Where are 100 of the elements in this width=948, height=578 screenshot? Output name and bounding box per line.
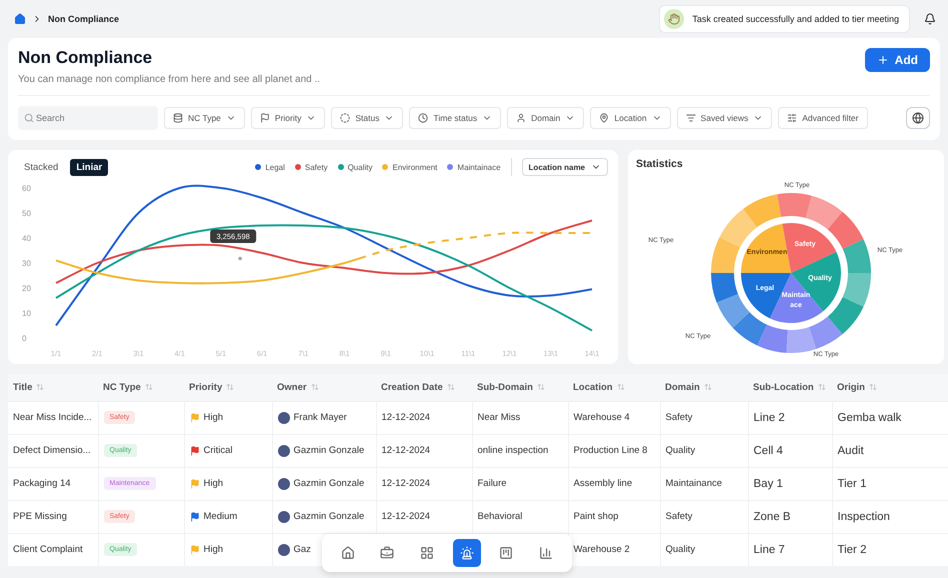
sort-icon[interactable]: [226, 383, 234, 392]
table-cell: 12-12-2024: [376, 434, 472, 467]
filter-dropdown[interactable]: Status: [331, 107, 404, 129]
siren-icon: [460, 546, 474, 560]
filter-icon: [686, 113, 696, 123]
view-tab[interactable]: Stacked: [18, 158, 64, 176]
table-cell: Bay 1: [748, 467, 832, 500]
toast-message: Task created successfully and added to tier meeting: [692, 14, 899, 24]
axis-label: 30: [22, 259, 31, 268]
column-header[interactable]: Priority: [184, 374, 272, 401]
table-cell: Quality: [660, 533, 748, 566]
table-cell: Production Line 8: [568, 434, 660, 467]
list-icon: [499, 546, 514, 560]
sort-icon[interactable]: [818, 383, 826, 392]
filter-dropdown[interactable]: Advanced filter: [778, 107, 868, 129]
briefcase-icon: [380, 546, 394, 560]
sort-icon[interactable]: [616, 383, 625, 392]
globe-button[interactable]: [906, 107, 930, 129]
search-field[interactable]: Search: [18, 106, 158, 130]
page-subtitle: You can manage non compliance from here and see all planet and ..: [18, 74, 320, 85]
search-icon: [24, 113, 34, 123]
axis-label: 0: [22, 334, 26, 343]
table-cell: Assembly line: [568, 467, 660, 500]
location-select[interactable]: Location name: [522, 158, 608, 176]
priority-label: Critical: [204, 445, 233, 456]
column-header[interactable]: NC Type: [98, 374, 184, 401]
legend-label: Safety: [304, 162, 328, 172]
avatar: [278, 412, 290, 424]
table-cell: Packaging 14: [8, 467, 98, 500]
sort-icon[interactable]: [704, 383, 712, 392]
table-cell: 12-12-2024: [376, 467, 472, 500]
globe-icon: [912, 112, 924, 124]
sort-icon[interactable]: [868, 383, 877, 392]
avatar: [278, 444, 290, 456]
filter-dropdown[interactable]: Domain: [507, 107, 584, 129]
column-header[interactable]: Owner: [272, 374, 376, 401]
alarm-nav-button[interactable]: [452, 539, 481, 567]
filter-dropdown[interactable]: Location: [590, 107, 671, 129]
axis-label: 20: [22, 284, 31, 293]
clock-icon: [418, 113, 428, 123]
hand-icon: [664, 9, 684, 29]
owner-name: Gazmin Gonzale: [294, 511, 364, 522]
sort-icon[interactable]: [446, 383, 455, 392]
column-header[interactable]: Title: [8, 374, 98, 401]
pin-icon: [599, 113, 610, 123]
table-cell: Maintainance: [660, 467, 748, 500]
filter-dropdown[interactable]: Priority: [250, 107, 326, 129]
table-cell: Paint shop: [568, 500, 660, 533]
table-cell: PPE Missing: [8, 500, 98, 533]
avatar: [278, 510, 290, 522]
column-header[interactable]: Creation Date: [376, 374, 472, 401]
add-button[interactable]: Add: [864, 48, 930, 72]
column-header[interactable]: Domain: [660, 374, 748, 401]
statistics-title: Statistics: [636, 158, 684, 170]
column-header[interactable]: Location: [568, 374, 660, 401]
table-cell: Near Miss: [472, 401, 568, 434]
legend-label: Quality: [348, 162, 372, 172]
table-cell: Line 2: [748, 401, 832, 434]
sort-icon[interactable]: [144, 383, 153, 392]
owner-name: Frank Mayer: [294, 412, 347, 423]
table-cell: Audit: [832, 434, 948, 467]
breadcrumb-item[interactable]: Non Compliance: [48, 14, 120, 24]
axis-label: 10: [22, 309, 31, 318]
grid-icon: [420, 546, 434, 560]
flag-icon: [260, 113, 270, 123]
column-header[interactable]: Sub-Domain: [472, 374, 568, 401]
view-tab[interactable]: Liniar: [70, 158, 108, 176]
page-title: Non Compliance: [18, 48, 154, 68]
table-cell: Behavioral: [472, 500, 568, 533]
table-cell: Near Miss Incide...: [8, 401, 98, 434]
owner-name: Gaz: [294, 544, 311, 556]
bar-chart-icon: [539, 546, 554, 560]
avatar: [278, 544, 290, 556]
column-header[interactable]: Origin: [832, 374, 948, 401]
table-cell: 12-12-2024: [376, 500, 472, 533]
priority-label: High: [204, 412, 224, 423]
legend-label: Environment: [392, 162, 438, 172]
sort-icon[interactable]: [536, 383, 545, 392]
home-icon[interactable]: [14, 13, 26, 25]
filter-dropdown[interactable]: Time status: [409, 107, 502, 129]
table-cell: Tier 1: [832, 467, 948, 500]
person-icon: [516, 113, 526, 123]
sort-icon[interactable]: [36, 383, 44, 392]
filter-dropdown[interactable]: NC Type: [164, 107, 245, 129]
sort-icon[interactable]: [310, 383, 319, 392]
home-icon: [340, 546, 355, 560]
table-cell: Zone B: [748, 500, 832, 533]
table-cell: Client Complaint: [8, 533, 98, 566]
filter-dropdown[interactable]: Saved views: [676, 107, 772, 129]
table-cell: 12-12-2024: [376, 401, 472, 434]
priority-label: High: [204, 544, 224, 556]
table-cell: Warehouse 4: [568, 401, 660, 434]
column-header[interactable]: Sub-Location: [748, 374, 832, 401]
axis-label: 40: [22, 234, 31, 243]
table-cell: online inspection: [472, 434, 568, 467]
priority-label: Medium: [204, 511, 238, 522]
bell-icon[interactable]: [924, 13, 936, 25]
dashed-circle-icon: [340, 113, 350, 123]
table-cell: Inspection: [832, 500, 948, 533]
table-cell: Safety: [660, 500, 748, 533]
